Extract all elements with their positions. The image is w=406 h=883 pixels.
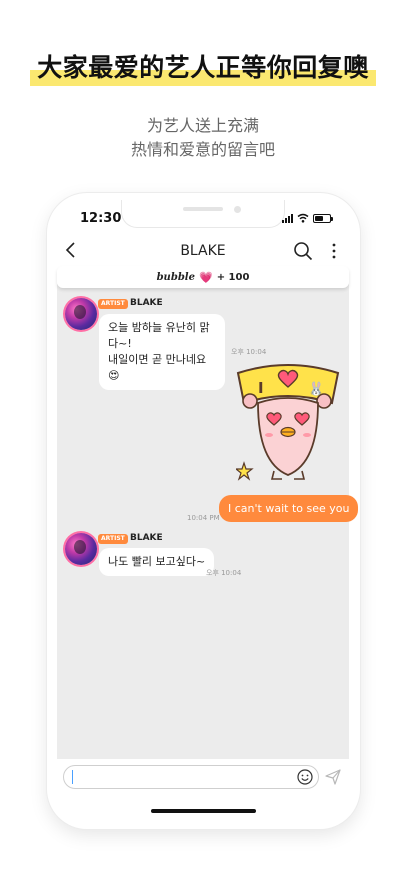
message-line: 내일이면 곧 만나네요 😍	[108, 353, 207, 382]
message-input[interactable]	[63, 765, 319, 789]
speaker	[183, 207, 223, 211]
battery-icon	[313, 213, 333, 223]
wifi-icon	[297, 213, 309, 223]
promo-subtitle-line1: 为艺人送上充满	[146, 116, 259, 135]
sender-name: BLAKE	[130, 298, 163, 308]
bubble-brand: bubble	[156, 271, 195, 283]
more-icon[interactable]	[330, 242, 338, 260]
emoji-icon[interactable]	[297, 769, 313, 785]
message-bubble[interactable]: 오늘 밤하늘 유난히 맑다~! 내일이면 곧 만나네요 😍	[99, 314, 225, 390]
status-time: 12:30	[80, 211, 122, 226]
artist-badge: ARTIST	[98, 299, 128, 309]
front-camera	[234, 206, 241, 213]
message-bubble[interactable]: 나도 빨리 보고싶다~	[99, 548, 215, 576]
message-time: 10:04 PM	[187, 514, 220, 522]
bubble-count: + 100	[216, 271, 250, 283]
svg-text:I: I	[258, 379, 264, 397]
text-caret	[72, 770, 73, 784]
message-time: 오후 10:04	[231, 348, 267, 356]
message-text: 나도 빨리 보고싶다~	[108, 555, 206, 568]
sender-name: BLAKE	[130, 533, 163, 543]
phone-notch	[121, 200, 285, 228]
avatar[interactable]	[65, 533, 97, 565]
home-indicator	[151, 809, 256, 813]
message-time: 오후 10:04	[206, 569, 242, 577]
my-message-bubble[interactable]: I can't wait to see you	[219, 495, 359, 522]
promo-subtitle-line2: 热情和爱意的留言吧	[130, 140, 275, 159]
status-icons	[282, 213, 333, 223]
bubble-count-bar[interactable]: bubble 💗 + 100	[57, 266, 349, 288]
chat-title: BLAKE	[180, 243, 226, 259]
send-icon[interactable]	[325, 769, 341, 785]
search-icon[interactable]	[293, 241, 313, 261]
artist-badge: ARTIST	[98, 534, 128, 544]
promo-title: 大家最爱的艺人正等你回复噢	[37, 53, 369, 82]
message-text: I can't wait to see you	[228, 502, 350, 515]
message-line: 오늘 밤하늘 유난히 맑다~!	[108, 321, 210, 350]
heart-icon: 💗	[198, 270, 213, 284]
sticker[interactable]: I 🐰	[236, 363, 340, 485]
avatar[interactable]	[65, 298, 97, 330]
signal-icon	[282, 213, 293, 223]
